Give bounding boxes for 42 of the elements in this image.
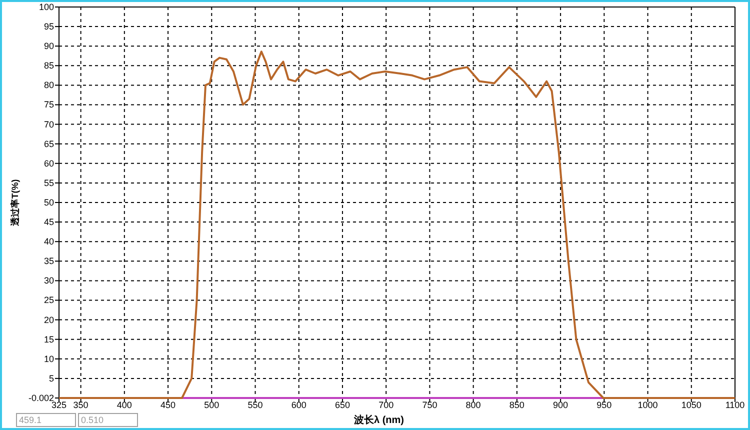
y-tick-label: 20 bbox=[44, 314, 54, 325]
x-tick-label: 950 bbox=[596, 400, 612, 410]
x-tick-label: 650 bbox=[334, 400, 350, 410]
x-tick-label: 500 bbox=[204, 400, 220, 410]
y-tick-label: 100 bbox=[38, 2, 54, 12]
x-tick-label: 900 bbox=[553, 400, 568, 410]
y-tick-label: 30 bbox=[44, 276, 54, 286]
x-axis-title: 波长λ (nm) bbox=[354, 414, 404, 427]
x-tick-label: 325 bbox=[51, 400, 67, 410]
x-tick-label: 850 bbox=[509, 400, 524, 410]
y-tick-label: 35 bbox=[44, 256, 54, 266]
x-tick-label: 350 bbox=[73, 400, 88, 410]
y-tick-label: -0.002 bbox=[28, 393, 54, 403]
readout-field[interactable]: 0.510 bbox=[78, 413, 138, 427]
x-tick-label: 700 bbox=[378, 400, 394, 410]
x-tick-label: 1000 bbox=[638, 400, 658, 410]
y-tick-label: 50 bbox=[44, 198, 54, 208]
y-tick-label: 65 bbox=[44, 138, 54, 149]
x-tick-label: 600 bbox=[291, 400, 306, 410]
x-tick-label: 800 bbox=[466, 400, 481, 410]
x-tick-label: 550 bbox=[248, 400, 263, 410]
y-tick-label: 15 bbox=[44, 334, 54, 344]
y-tick-label: 25 bbox=[44, 295, 54, 306]
y-tick-label: 45 bbox=[44, 217, 54, 228]
y-tick-label: 85 bbox=[44, 60, 54, 71]
y-tick-label: 5 bbox=[48, 373, 54, 384]
x-tick-label: 400 bbox=[116, 400, 132, 410]
x-tick-label: 1100 bbox=[725, 400, 745, 410]
y-tick-label: 70 bbox=[44, 119, 54, 130]
x-tick-label: 750 bbox=[422, 400, 438, 410]
y-tick-label: 75 bbox=[44, 100, 54, 110]
y-axis-title: 透过率T(%) bbox=[10, 179, 20, 226]
y-tick-label: 60 bbox=[44, 158, 54, 168]
y-tick-label: 40 bbox=[44, 236, 54, 247]
y-tick-label: 10 bbox=[44, 354, 54, 364]
y-tick-label: 95 bbox=[44, 22, 54, 32]
x-tick-label: 1050 bbox=[681, 400, 702, 410]
x-tick-label: 450 bbox=[160, 400, 176, 410]
y-tick-label: 80 bbox=[44, 80, 54, 90]
y-tick-label: 55 bbox=[44, 178, 54, 188]
readout-field[interactable]: 459.1 bbox=[16, 413, 76, 427]
y-tick-label: 90 bbox=[44, 41, 54, 52]
